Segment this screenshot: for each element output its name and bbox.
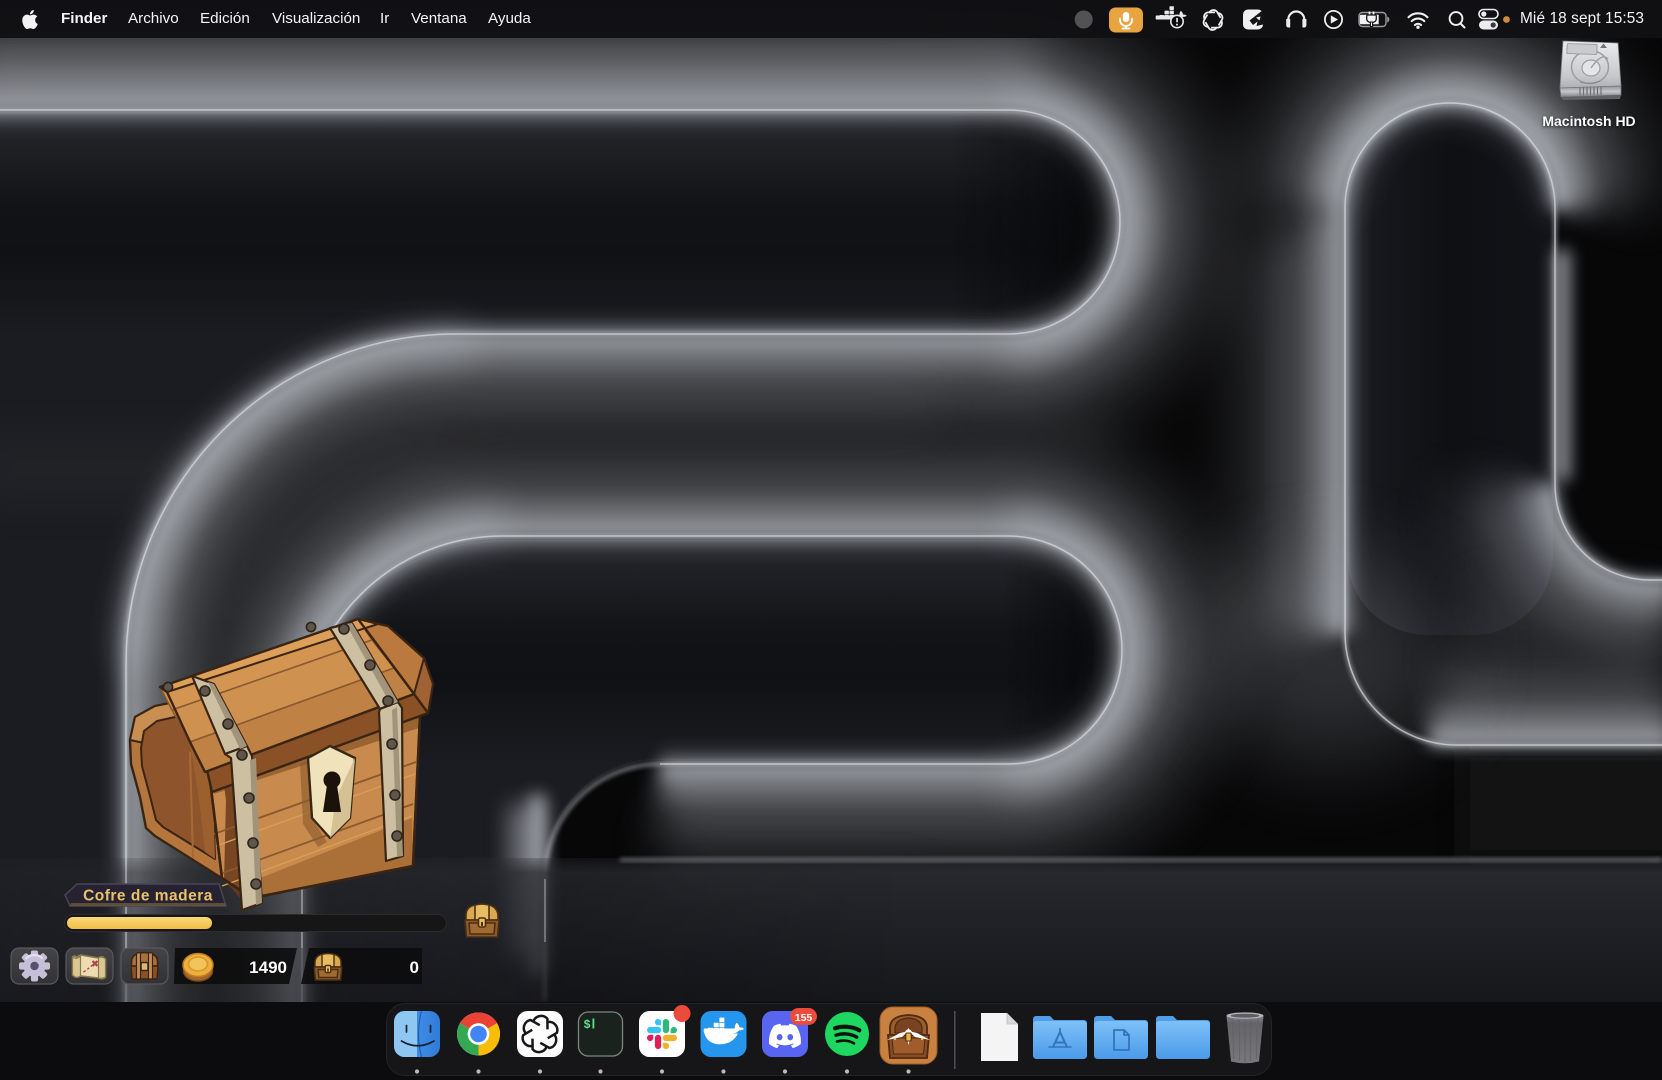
svg-text:$: $ <box>584 1018 591 1032</box>
svg-text:1490: 1490 <box>249 958 287 977</box>
svg-text:155: 155 <box>795 1012 813 1024</box>
svg-text:0: 0 <box>410 958 419 977</box>
svg-text:Cofre de madera: Cofre de madera <box>83 888 213 905</box>
